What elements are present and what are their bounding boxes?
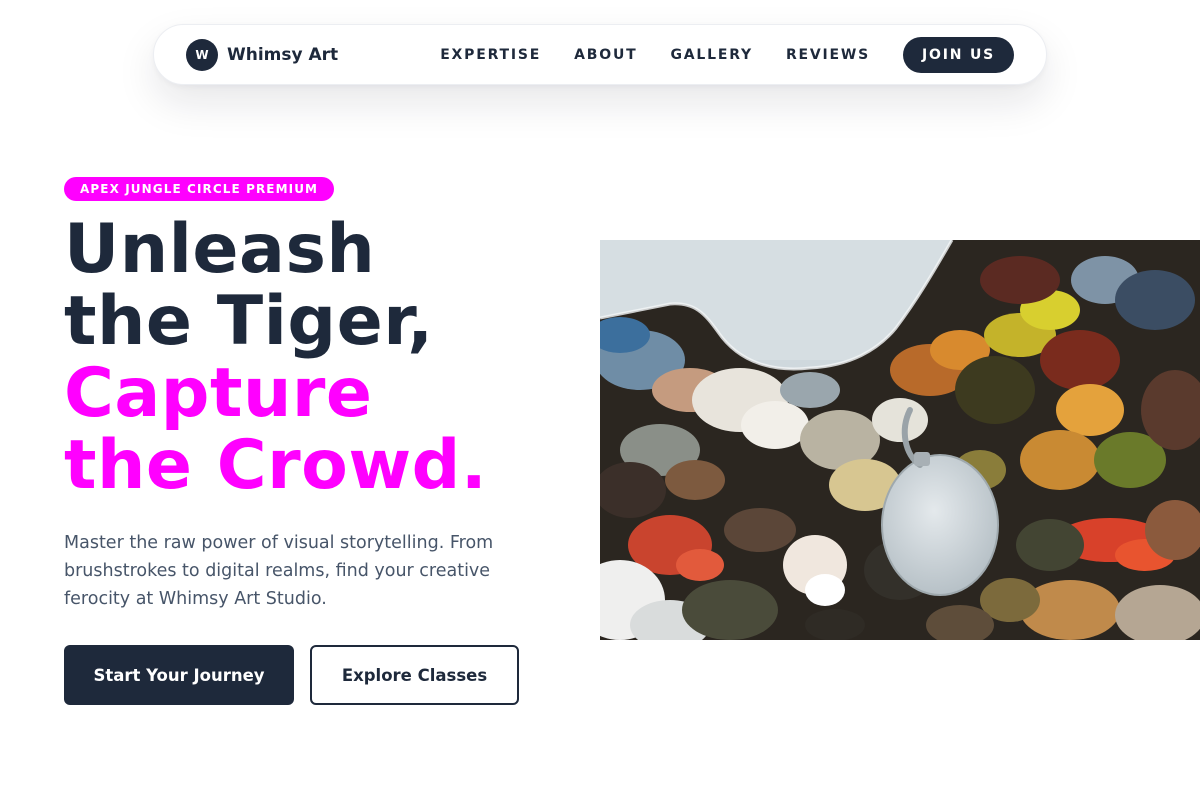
nav-link-about[interactable]: ABOUT [574,47,637,63]
top-navigation: W Whimsy Art EXPERTISE ABOUT GALLERY REV… [153,24,1047,85]
explore-classes-button[interactable]: Explore Classes [310,645,519,705]
hero-palette-image [600,240,1200,640]
nav-link-reviews[interactable]: REVIEWS [786,47,870,63]
brand-name: Whimsy Art [227,44,339,65]
headline-line-3: Capture [64,354,373,433]
brand-logo-link[interactable]: W Whimsy Art [186,38,339,71]
hero-headline: Unleash the Tiger, Capture the Crowd. [64,214,487,502]
join-us-button[interactable]: JOIN US [903,36,1014,73]
nav-link-expertise[interactable]: EXPERTISE [440,47,541,63]
headline-line-4: the Crowd. [64,426,488,505]
paint-palette-illustration [600,240,1200,640]
hero-description: Master the raw power of visual storytell… [64,533,494,609]
nav-links: EXPERTISE ABOUT GALLERY REVIEWS JOIN US [440,36,1014,73]
premium-badge: APEX JUNGLE CIRCLE PREMIUM [64,177,335,201]
headline-line-2: the Tiger, [64,282,434,361]
brand-monogram: W [186,38,218,71]
headline-line-1: Unleash [64,210,376,289]
start-journey-button[interactable]: Start Your Journey [64,645,294,705]
nav-link-gallery[interactable]: GALLERY [670,47,752,63]
